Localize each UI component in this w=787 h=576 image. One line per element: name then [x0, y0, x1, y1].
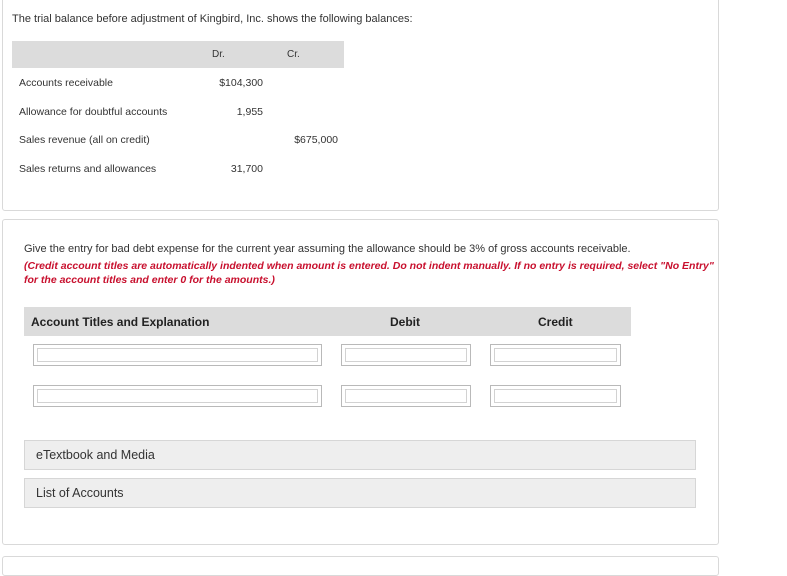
etextbook-label: eTextbook and Media: [36, 448, 155, 462]
etextbook-button[interactable]: eTextbook and Media: [24, 440, 696, 470]
account-title-field[interactable]: [33, 344, 322, 366]
account-name: Allowance for doubtful accounts: [19, 106, 168, 118]
next-panel: [2, 556, 719, 576]
account-name: Accounts receivable: [19, 77, 113, 89]
account-name: Sales revenue (all on credit): [19, 134, 150, 146]
intro-text: The trial balance before adjustment of K…: [12, 13, 413, 25]
debit-amount: 31,700: [230, 163, 263, 175]
credit-field[interactable]: [490, 385, 621, 407]
credit-input[interactable]: [495, 390, 620, 404]
account-title-input[interactable]: [38, 349, 321, 363]
credit-header: Credit: [538, 315, 573, 329]
debit-input[interactable]: [346, 349, 470, 363]
journal-header: Account Titles and Explanation Debit Cre…: [24, 307, 631, 336]
trial-balance-header: Dr. Cr.: [12, 41, 344, 68]
instruction-text: (Credit account titles are automatically…: [24, 259, 714, 287]
account-title-input[interactable]: [38, 390, 321, 404]
debit-input[interactable]: [346, 390, 470, 404]
list-of-accounts-button[interactable]: List of Accounts: [24, 478, 696, 508]
debit-amount: 1,955: [236, 106, 263, 118]
cr-column-header: Cr.: [287, 49, 300, 60]
instruction-line: (Credit account titles are automatically…: [24, 260, 714, 272]
debit-field[interactable]: [341, 385, 471, 407]
credit-field[interactable]: [490, 344, 621, 366]
list-of-accounts-label: List of Accounts: [36, 486, 124, 500]
dr-column-header: Dr.: [212, 49, 225, 60]
credit-input[interactable]: [495, 349, 620, 363]
question-text: Give the entry for bad debt expense for …: [24, 243, 631, 255]
debit-header: Debit: [390, 315, 420, 329]
instruction-line: for the account titles and enter 0 for t…: [24, 274, 275, 286]
debit-amount: $104,300: [219, 77, 263, 89]
account-title-field[interactable]: [33, 385, 322, 407]
credit-amount: $675,000: [294, 134, 338, 146]
account-name: Sales returns and allowances: [19, 163, 157, 175]
debit-field[interactable]: [341, 344, 471, 366]
account-titles-header: Account Titles and Explanation: [31, 315, 210, 329]
